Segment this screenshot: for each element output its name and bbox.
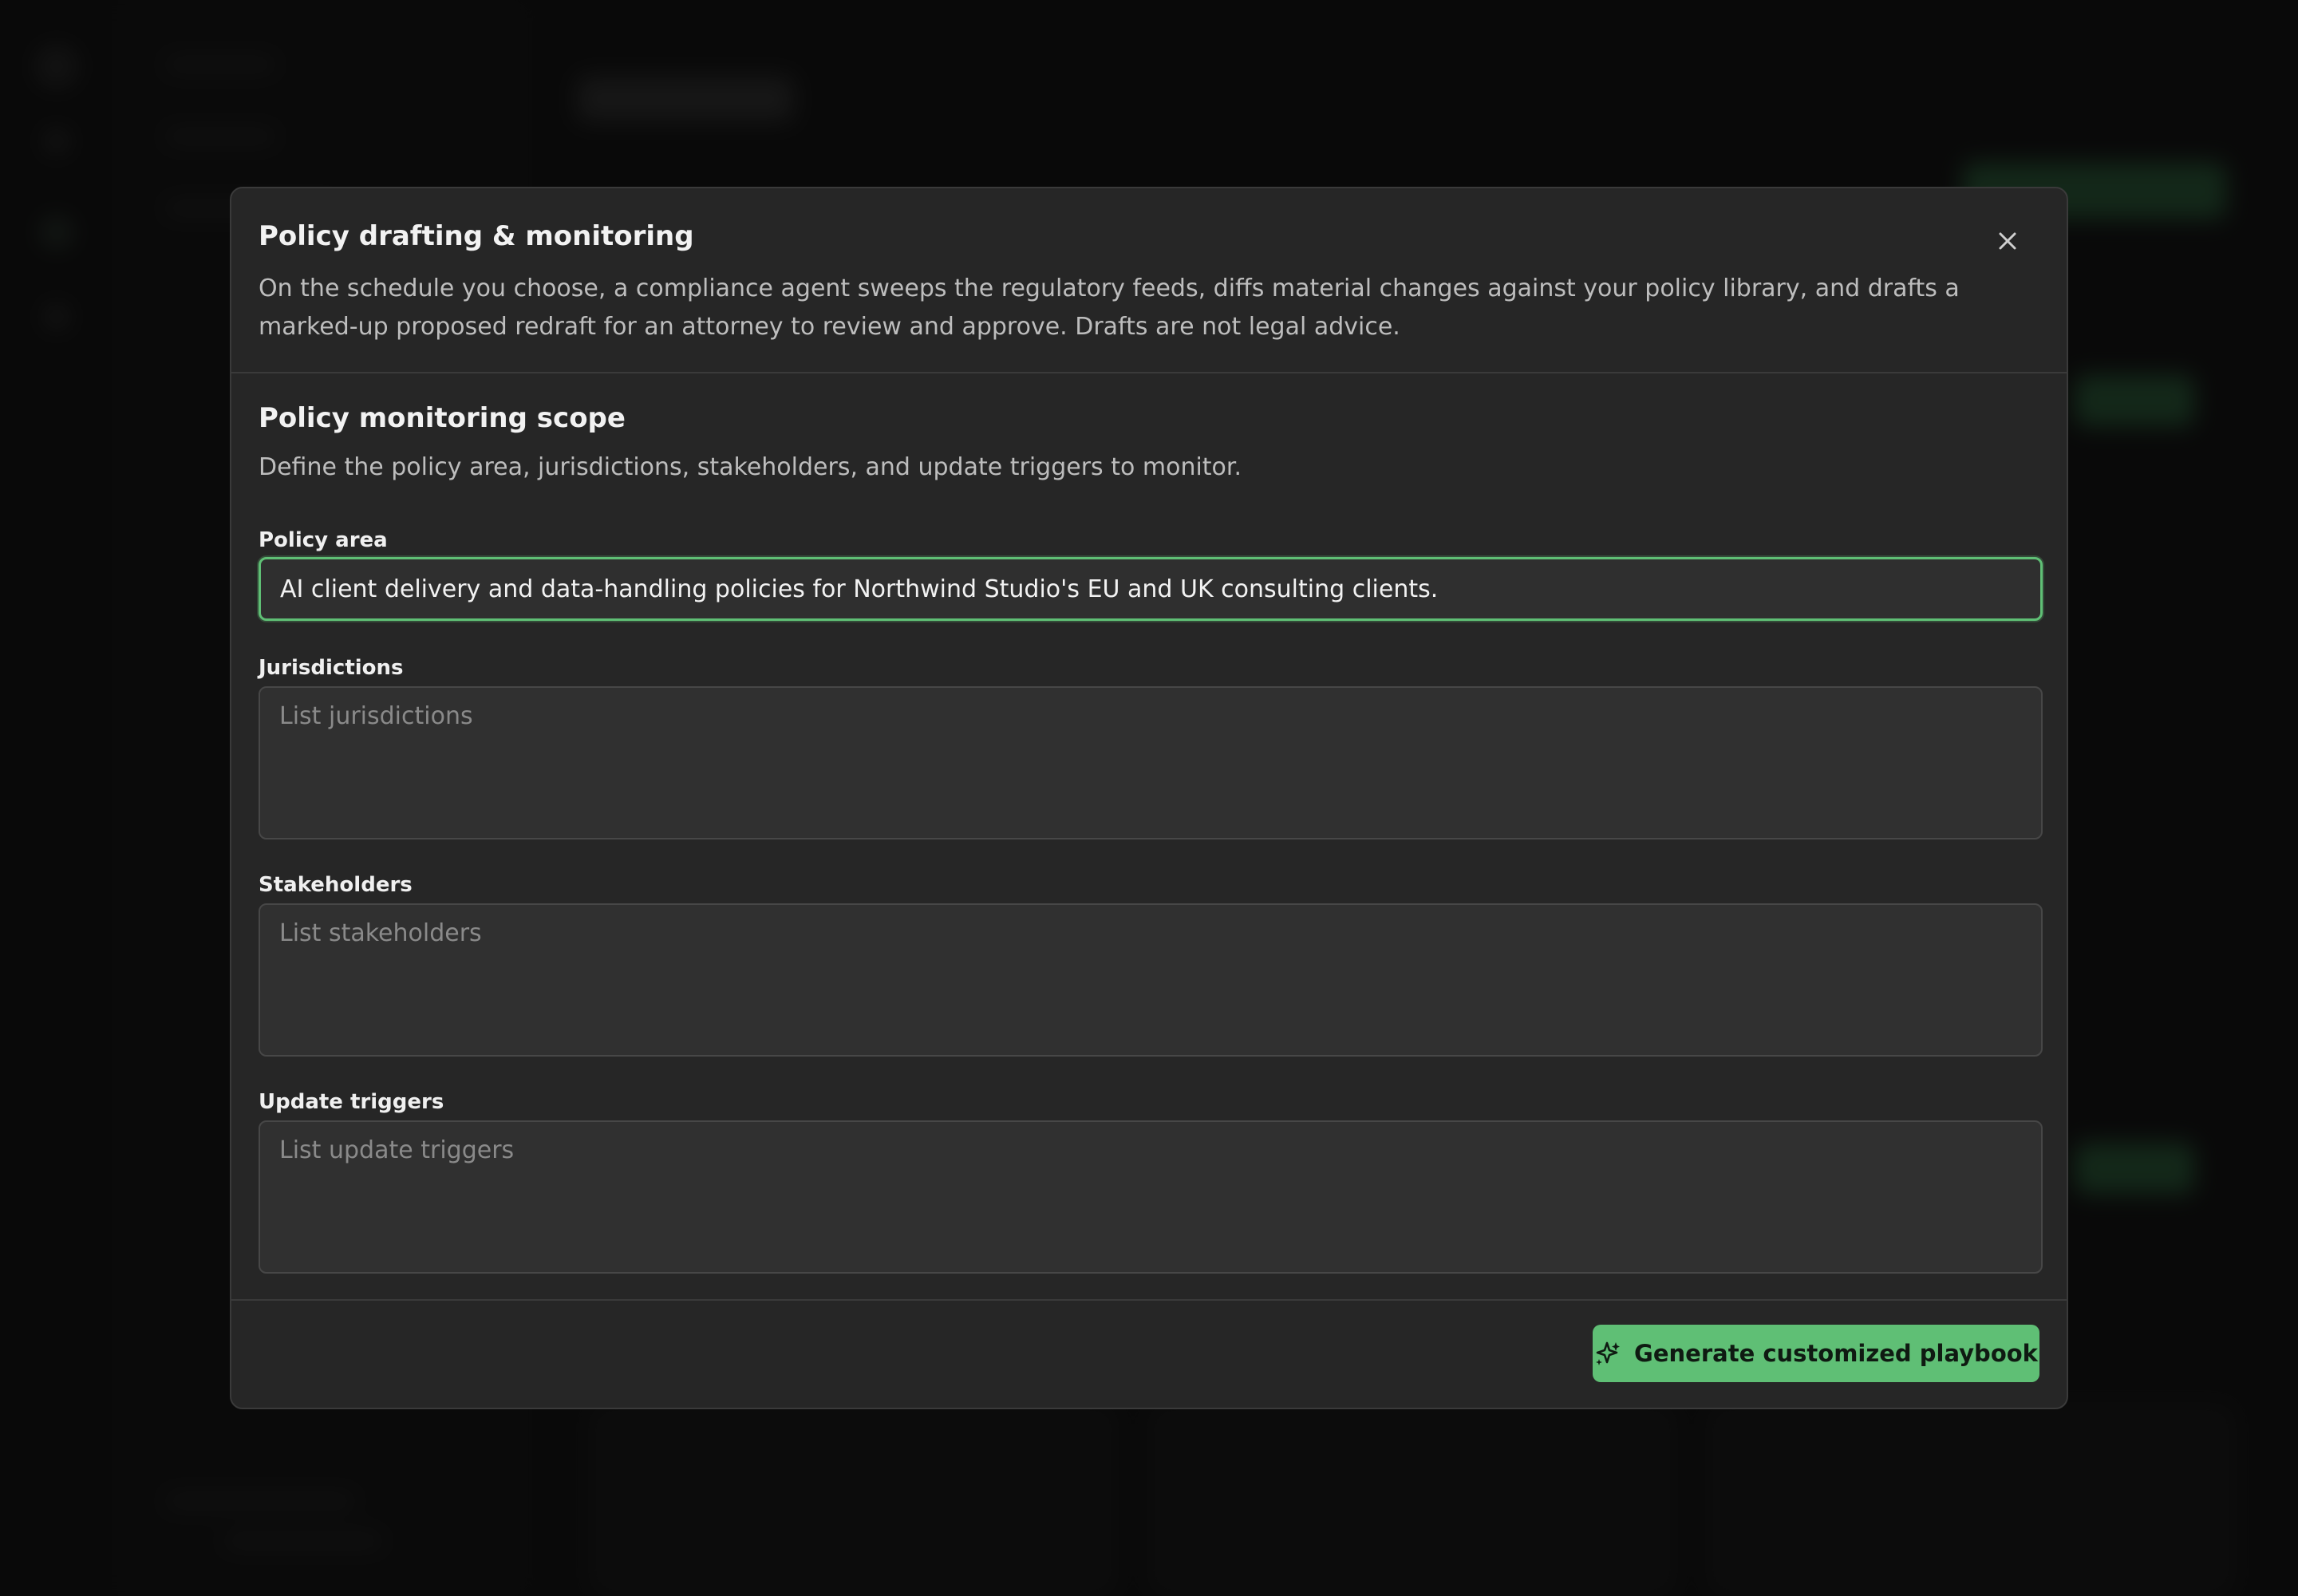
close-icon (1999, 232, 2016, 250)
jurisdictions-textarea[interactable] (259, 686, 2043, 839)
generate-playbook-button[interactable]: Generate customized playbook (1593, 1325, 2039, 1382)
update-triggers-label: Update triggers (259, 1090, 444, 1114)
jurisdictions-label: Jurisdictions (259, 656, 404, 680)
policy-area-label: Policy area (259, 528, 388, 552)
close-button[interactable] (1985, 219, 2030, 263)
generate-playbook-label: Generate customized playbook (1634, 1340, 2038, 1367)
stakeholders-label: Stakeholders (259, 873, 413, 897)
section-title: Policy monitoring scope (259, 402, 626, 434)
policy-area-input[interactable] (259, 557, 2043, 621)
section-description: Define the policy area, jurisdictions, s… (259, 453, 1242, 481)
update-triggers-textarea[interactable] (259, 1120, 2043, 1274)
modal-description: On the schedule you choose, a compliance… (259, 275, 1960, 341)
sparkle-icon (1596, 1341, 1621, 1365)
modal-header: Policy drafting & monitoring On the sche… (231, 188, 2067, 373)
playbook-modal: Policy drafting & monitoring On the sche… (230, 187, 2068, 1409)
modal-title: Policy drafting & monitoring (259, 220, 694, 252)
stakeholders-textarea[interactable] (259, 903, 2043, 1057)
